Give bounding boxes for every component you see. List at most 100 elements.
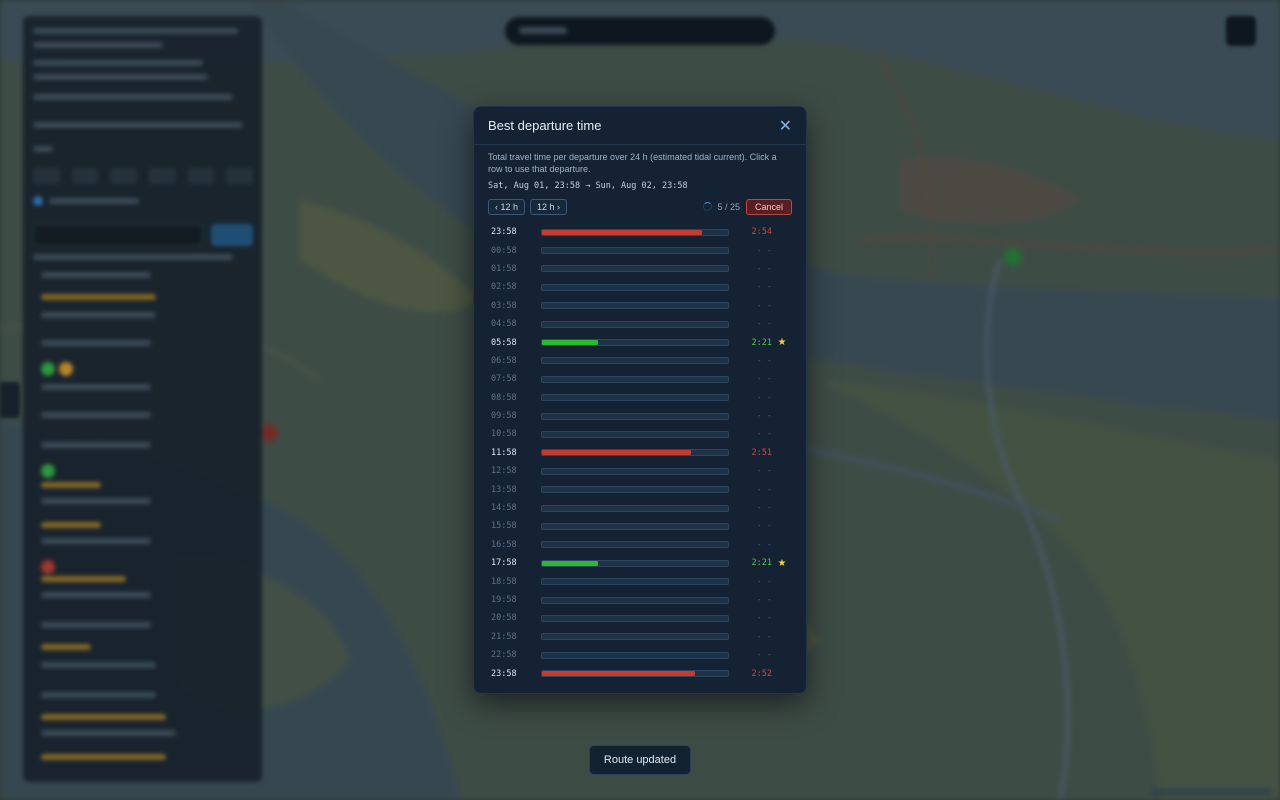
departure-row[interactable]: 06:58 - - bbox=[488, 352, 792, 370]
departure-row[interactable]: 02:58 - - bbox=[488, 278, 792, 296]
departure-time: 10:58 bbox=[491, 429, 517, 440]
side-text-line bbox=[33, 42, 163, 48]
departure-row[interactable]: 14:58 - - bbox=[488, 499, 792, 517]
departure-row[interactable]: 11:58 2:51 bbox=[488, 444, 792, 462]
travel-time-value: - - bbox=[756, 539, 772, 550]
side-text-line bbox=[41, 412, 151, 418]
travel-time-value: - - bbox=[756, 411, 772, 422]
departure-row[interactable]: 17:58 2:21 ★ bbox=[488, 554, 792, 572]
departure-row[interactable]: 20:58 - - bbox=[488, 609, 792, 627]
travel-time-value: - - bbox=[756, 374, 772, 385]
departure-row[interactable]: 16:58 - - bbox=[488, 536, 792, 554]
departure-time: 01:58 bbox=[491, 263, 517, 274]
panel-collapse-tab[interactable] bbox=[0, 382, 20, 418]
travel-time-value: - - bbox=[756, 521, 772, 532]
departure-time: 03:58 bbox=[491, 300, 517, 311]
travel-time-value: - - bbox=[756, 484, 772, 495]
travel-time-bar bbox=[541, 522, 729, 530]
travel-time-bar bbox=[541, 430, 729, 438]
side-text-line bbox=[41, 644, 91, 650]
travel-time-bar bbox=[541, 614, 729, 622]
side-text-line bbox=[41, 498, 151, 504]
travel-time-value: - - bbox=[756, 263, 772, 274]
departure-row[interactable]: 12:58 - - bbox=[488, 462, 792, 480]
travel-time-bar bbox=[541, 486, 729, 494]
progress-count: 5 / 25 bbox=[717, 201, 740, 212]
travel-time-value: - - bbox=[756, 595, 772, 605]
departure-row[interactable]: 23:58 2:52 bbox=[488, 664, 792, 682]
departure-time: 18:58 bbox=[491, 576, 517, 587]
side-text-line bbox=[49, 198, 139, 204]
travel-time-value: - - bbox=[756, 576, 772, 587]
departure-time: 00:58 bbox=[491, 245, 517, 256]
side-text-line bbox=[41, 340, 151, 346]
departure-row[interactable]: 00:58 - - bbox=[488, 241, 792, 259]
travel-time-bar bbox=[541, 449, 729, 457]
side-text-line bbox=[33, 60, 203, 66]
side-text-line bbox=[41, 730, 176, 736]
travel-time-bar-fill bbox=[542, 671, 695, 677]
departure-row[interactable]: 21:58 - - bbox=[488, 628, 792, 646]
travel-time-bar bbox=[541, 467, 729, 475]
departure-row[interactable]: 10:58 - - bbox=[488, 425, 792, 443]
travel-time-bar-fill bbox=[542, 560, 598, 566]
side-text-line bbox=[41, 384, 151, 390]
route-updated-toast: Route updated bbox=[589, 745, 691, 775]
travel-time-value: 2:54 bbox=[751, 227, 772, 238]
departure-row[interactable]: 23:58 2:54 bbox=[488, 223, 792, 241]
travel-time-value: - - bbox=[756, 631, 772, 642]
cancel-button[interactable]: Cancel bbox=[745, 198, 792, 215]
side-text-line bbox=[33, 28, 238, 34]
departure-time: 11:58 bbox=[491, 447, 517, 458]
departure-time: 20:58 bbox=[491, 613, 517, 624]
travel-time-bar bbox=[541, 651, 729, 659]
travel-time-bar bbox=[541, 633, 729, 641]
departure-row[interactable]: 09:58 - - bbox=[488, 407, 792, 425]
departure-row[interactable]: 22:58 - - bbox=[488, 646, 792, 664]
departure-row[interactable]: 03:58 - - bbox=[488, 297, 792, 315]
departure-row[interactable]: 08:58 - - bbox=[488, 389, 792, 407]
departure-row[interactable]: 15:58 - - bbox=[488, 517, 792, 535]
map-layers-button[interactable] bbox=[1226, 16, 1256, 46]
map-search-box[interactable] bbox=[505, 17, 775, 45]
next-12h-button[interactable]: 12 h › bbox=[530, 198, 568, 215]
departure-row[interactable]: 01:58 - - bbox=[488, 260, 792, 278]
side-text-line bbox=[41, 592, 151, 598]
departure-row[interactable]: 18:58 - - bbox=[488, 572, 792, 590]
departure-time: 22:58 bbox=[491, 650, 517, 661]
travel-time-bar bbox=[541, 504, 729, 512]
travel-time-bar bbox=[541, 578, 729, 586]
prev-12h-button[interactable]: ‹ 12 h bbox=[488, 198, 526, 215]
departure-row[interactable]: 19:58 - - bbox=[488, 591, 792, 609]
departure-row[interactable]: 05:58 2:21 ★ bbox=[488, 333, 792, 351]
side-text-line bbox=[33, 122, 243, 128]
departure-time: 13:58 bbox=[491, 484, 517, 495]
travel-time-bar-fill bbox=[542, 229, 702, 235]
dialog-body: Total travel time per departure over 24 … bbox=[474, 145, 806, 683]
departure-time: 21:58 bbox=[491, 631, 517, 642]
side-text-line bbox=[33, 254, 233, 260]
departure-row[interactable]: 13:58 - - bbox=[488, 480, 792, 498]
travel-time-value: - - bbox=[756, 503, 772, 514]
side-text-line bbox=[33, 146, 53, 152]
travel-time-value: 2:52 bbox=[751, 668, 772, 679]
departure-row[interactable]: 04:58 - - bbox=[488, 315, 792, 333]
travel-time-value: 2:51 bbox=[751, 447, 772, 458]
travel-time-value: - - bbox=[756, 466, 772, 477]
travel-time-bar bbox=[541, 375, 729, 383]
side-text-line bbox=[41, 272, 151, 278]
travel-time-bar-fill bbox=[542, 450, 691, 456]
travel-time-bar bbox=[541, 283, 729, 291]
side-dot bbox=[41, 560, 55, 574]
travel-time-bar bbox=[541, 541, 729, 549]
dialog-description: Total travel time per departure over 24 … bbox=[488, 152, 777, 174]
best-star-icon: ★ bbox=[777, 337, 787, 349]
departure-list: 23:58 2:54 00:58 - - 01:58 - - 02:58 - - 03:58 - … bbox=[488, 223, 792, 683]
side-dot bbox=[41, 464, 55, 478]
dialog-title: Best departure time bbox=[488, 118, 602, 133]
departure-row[interactable]: 07:58 - - bbox=[488, 370, 792, 388]
travel-time-value: - - bbox=[756, 245, 772, 256]
departure-time: 15:58 bbox=[491, 521, 517, 532]
close-icon[interactable]: ✕ bbox=[779, 117, 792, 134]
departure-time: 19:58 bbox=[491, 595, 517, 605]
